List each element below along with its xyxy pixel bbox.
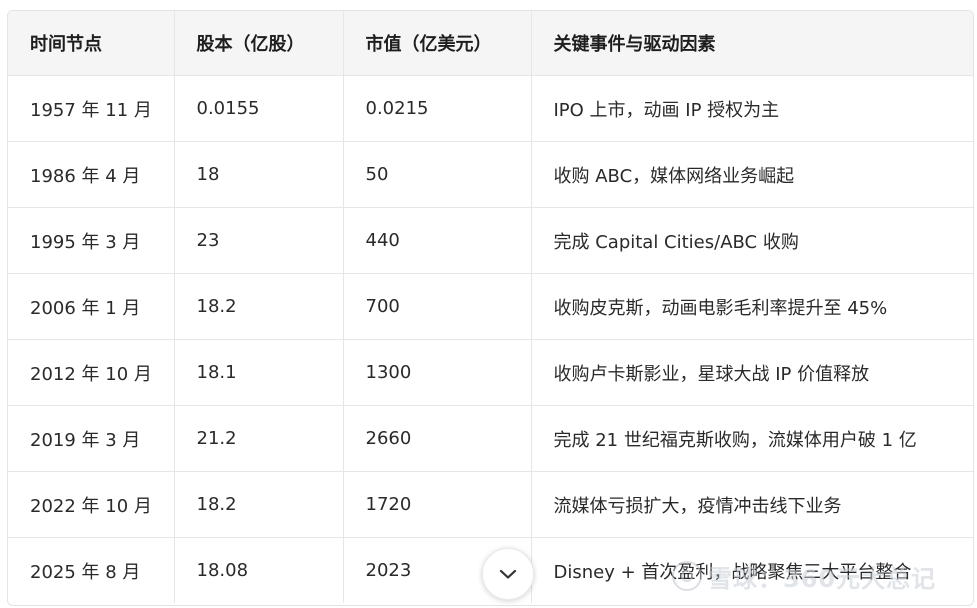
expand-table-button[interactable]: [482, 548, 534, 600]
table-header-row: 时间节点 股本（亿股） 市值（亿美元） 关键事件与驱动因素: [8, 11, 973, 76]
cell-shares: 18.1: [174, 339, 344, 406]
cell-shares: 18: [174, 141, 344, 208]
data-table: 时间节点 股本（亿股） 市值（亿美元） 关键事件与驱动因素 1957 年 11 …: [8, 11, 973, 603]
cell-event: 收购卢卡斯影业，星球大战 IP 价值释放: [531, 339, 973, 406]
header-shares: 股本（亿股）: [174, 11, 344, 76]
cell-market-cap: 700: [343, 273, 532, 340]
cell-event: 收购 ABC，媒体网络业务崛起: [531, 141, 973, 208]
table-row: 1995 年 3 月 23 440 完成 Capital Cities/ABC …: [8, 207, 973, 274]
cell-time: 2022 年 10 月: [8, 471, 175, 538]
cell-shares: 18.2: [174, 273, 344, 340]
cell-market-cap: 50: [343, 141, 532, 208]
header-market-cap: 市值（亿美元）: [343, 11, 532, 76]
cell-time: 1957 年 11 月: [8, 75, 175, 142]
cell-time: 2025 年 8 月: [8, 537, 175, 603]
table-row: 2012 年 10 月 18.1 1300 收购卢卡斯影业，星球大战 IP 价值…: [8, 339, 973, 406]
cell-time: 1995 年 3 月: [8, 207, 175, 274]
cell-event: 流媒体亏损扩大，疫情冲击线下业务: [531, 471, 973, 538]
header-events: 关键事件与驱动因素: [531, 11, 973, 76]
table-row: 1986 年 4 月 18 50 收购 ABC，媒体网络业务崛起: [8, 141, 973, 208]
cell-event: IPO 上市，动画 IP 授权为主: [531, 75, 973, 142]
table-row: 2022 年 10 月 18.2 1720 流媒体亏损扩大，疫情冲击线下业务: [8, 471, 973, 538]
cell-shares: 23: [174, 207, 344, 274]
cell-event: Disney + 首次盈利，战略聚焦三大平台整合: [553, 561, 912, 583]
chevron-down-icon: [498, 568, 518, 580]
cell-event: 收购皮克斯，动画电影毛利率提升至 45%: [531, 273, 973, 340]
cell-time: 2006 年 1 月: [8, 273, 175, 340]
table-row: 1957 年 11 月 0.0155 0.0215 IPO 上市，动画 IP 授…: [8, 75, 973, 142]
cell-market-cap: 440: [343, 207, 532, 274]
data-table-container: 时间节点 股本（亿股） 市值（亿美元） 关键事件与驱动因素 1957 年 11 …: [7, 10, 974, 606]
header-time: 时间节点: [8, 11, 175, 76]
cell-event: 完成 21 世纪福克斯收购，流媒体用户破 1 亿: [531, 405, 973, 472]
cell-shares: 18.2: [174, 471, 344, 538]
cell-shares: 0.0155: [174, 75, 344, 142]
cell-shares: 21.2: [174, 405, 344, 472]
table-row: 2019 年 3 月 21.2 2660 完成 21 世纪福克斯收购，流媒体用户…: [8, 405, 973, 472]
cell-event: 完成 Capital Cities/ABC 收购: [531, 207, 973, 274]
cell-market-cap: 1300: [343, 339, 532, 406]
cell-time: 2019 年 3 月: [8, 405, 175, 472]
cell-market-cap: 2660: [343, 405, 532, 472]
cell-shares: 18.08: [174, 537, 344, 603]
cell-time: 1986 年 4 月: [8, 141, 175, 208]
cell-time: 2012 年 10 月: [8, 339, 175, 406]
table-row: 2006 年 1 月 18.2 700 收购皮克斯，动画电影毛利率提升至 45%: [8, 273, 973, 340]
cell-market-cap: 0.0215: [343, 75, 532, 142]
cell-market-cap: 1720: [343, 471, 532, 538]
